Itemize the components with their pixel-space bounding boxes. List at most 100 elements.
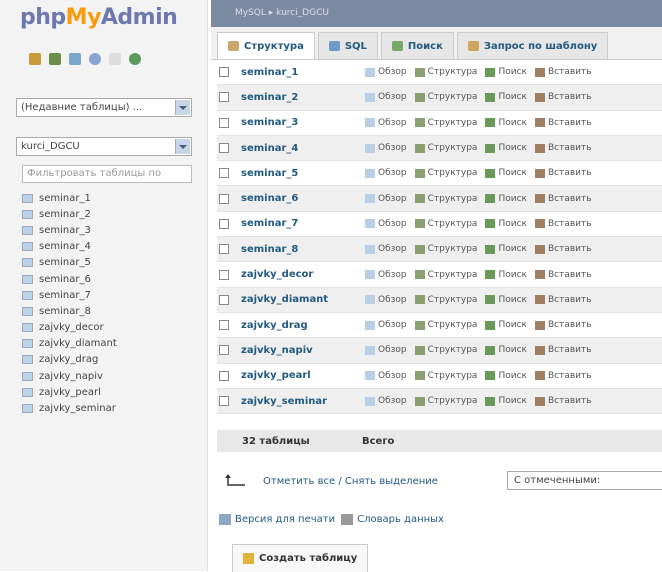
row-checkbox[interactable] xyxy=(219,117,229,128)
table-filter-input[interactable]: Фильтровать таблицы по xyxy=(22,165,192,183)
row-action[interactable]: Вставить xyxy=(534,168,592,178)
row-action[interactable]: Обзор xyxy=(365,92,407,102)
row-action[interactable]: Вставить xyxy=(534,320,592,330)
tab-1[interactable]: SQL xyxy=(317,32,378,59)
phpmyadmin-logo[interactable]: phpMyAdmin xyxy=(20,5,178,30)
exit-icon[interactable] xyxy=(49,53,61,65)
nav-table-item[interactable]: zajvky_napiv xyxy=(22,368,117,384)
row-action[interactable]: Поиск xyxy=(485,118,527,128)
row-action[interactable]: Структура xyxy=(414,295,477,305)
row-action[interactable]: Обзор xyxy=(365,270,407,280)
row-action[interactable]: Вставить xyxy=(534,92,592,102)
row-action[interactable]: Поиск xyxy=(485,67,527,77)
create-table-button[interactable]: Создать таблицу xyxy=(232,544,369,572)
row-action[interactable]: Обзор xyxy=(365,295,407,305)
doc-icon[interactable] xyxy=(109,53,121,65)
row-action[interactable]: Поиск xyxy=(485,244,527,254)
row-checkbox[interactable] xyxy=(219,193,229,204)
row-action[interactable]: Структура xyxy=(414,194,477,204)
table-name-link[interactable]: zajvky_decor xyxy=(241,269,365,280)
table-name-link[interactable]: seminar_6 xyxy=(241,193,365,204)
row-action[interactable]: Вставить xyxy=(534,67,592,77)
nav-table-item[interactable]: seminar_4 xyxy=(22,239,117,255)
row-checkbox[interactable] xyxy=(219,294,229,305)
table-name-link[interactable]: seminar_8 xyxy=(241,244,365,255)
row-action[interactable]: Поиск xyxy=(485,92,527,102)
with-selected-select[interactable]: С отмеченными: xyxy=(507,471,662,490)
row-action[interactable]: Вставить xyxy=(534,244,592,254)
row-action[interactable]: Поиск xyxy=(485,194,527,204)
row-checkbox[interactable] xyxy=(219,396,229,406)
row-action[interactable]: Обзор xyxy=(365,320,407,330)
row-action[interactable]: Поиск xyxy=(485,371,527,381)
row-action[interactable]: Вставить xyxy=(534,295,592,305)
row-checkbox[interactable] xyxy=(219,143,229,154)
row-action[interactable]: Структура xyxy=(414,320,477,330)
row-action[interactable]: Структура xyxy=(414,92,477,102)
docs-icon[interactable] xyxy=(89,53,101,65)
reload-icon[interactable] xyxy=(129,53,141,65)
row-checkbox[interactable] xyxy=(219,320,229,331)
table-name-link[interactable]: seminar_4 xyxy=(241,143,365,154)
table-name-link[interactable]: seminar_5 xyxy=(241,168,365,179)
row-action[interactable]: Структура xyxy=(414,67,477,77)
check-all-link[interactable]: Отметить все / Снять выделение xyxy=(263,476,438,487)
tab-3[interactable]: Запрос по шаблону xyxy=(456,32,609,59)
row-checkbox[interactable] xyxy=(219,370,229,381)
table-name-link[interactable]: zajvky_napiv xyxy=(241,345,365,356)
row-action[interactable]: Структура xyxy=(414,143,477,153)
table-name-link[interactable]: zajvky_drag xyxy=(241,320,365,331)
row-action[interactable]: Вставить xyxy=(534,118,592,128)
row-action[interactable]: Обзор xyxy=(365,345,407,355)
query-icon[interactable] xyxy=(69,53,81,65)
row-action[interactable]: Поиск xyxy=(485,143,527,153)
nav-table-item[interactable]: seminar_8 xyxy=(22,303,117,319)
tab-2[interactable]: Поиск xyxy=(380,32,454,59)
nav-table-item[interactable]: zajvky_pearl xyxy=(22,384,117,400)
row-action[interactable]: Поиск xyxy=(485,345,527,355)
row-action[interactable]: Обзор xyxy=(365,143,407,153)
table-name-link[interactable]: seminar_7 xyxy=(241,218,365,229)
row-action[interactable]: Вставить xyxy=(534,345,592,355)
nav-table-item[interactable]: seminar_1 xyxy=(22,190,117,206)
row-action[interactable]: Поиск xyxy=(485,168,527,178)
table-name-link[interactable]: zajvky_diamant xyxy=(241,294,365,305)
table-name-link[interactable]: seminar_3 xyxy=(241,117,365,128)
row-checkbox[interactable] xyxy=(219,244,229,255)
nav-table-item[interactable]: zajvky_diamant xyxy=(22,336,117,352)
row-action[interactable]: Структура xyxy=(414,345,477,355)
row-action[interactable]: Структура xyxy=(414,168,477,178)
row-action[interactable]: Структура xyxy=(414,270,477,280)
row-action[interactable]: Структура xyxy=(414,118,477,128)
row-action[interactable]: Обзор xyxy=(365,67,407,77)
nav-table-item[interactable]: zajvky_seminar xyxy=(22,400,117,416)
row-action[interactable]: Структура xyxy=(414,371,477,381)
table-name-link[interactable]: seminar_2 xyxy=(241,92,365,103)
data-dictionary-link[interactable]: Словарь данных xyxy=(357,514,444,525)
row-action[interactable]: Обзор xyxy=(365,118,407,128)
nav-table-item[interactable]: seminar_6 xyxy=(22,271,117,287)
print-view-link[interactable]: Версия для печати xyxy=(235,514,335,525)
row-action[interactable]: Структура xyxy=(414,219,477,229)
row-action[interactable]: Поиск xyxy=(485,396,527,406)
row-action[interactable]: Вставить xyxy=(534,396,592,406)
row-action[interactable]: Поиск xyxy=(485,270,527,280)
row-action[interactable]: Обзор xyxy=(365,168,407,178)
nav-table-item[interactable]: zajvky_drag xyxy=(22,352,117,368)
row-action[interactable]: Вставить xyxy=(534,219,592,229)
nav-table-item[interactable]: seminar_2 xyxy=(22,206,117,222)
row-action[interactable]: Обзор xyxy=(365,219,407,229)
row-action[interactable]: Структура xyxy=(414,396,477,406)
row-checkbox[interactable] xyxy=(219,218,229,229)
row-checkbox[interactable] xyxy=(219,345,229,356)
table-name-link[interactable]: seminar_1 xyxy=(241,67,365,78)
table-name-link[interactable]: zajvky_pearl xyxy=(241,370,365,381)
database-select[interactable]: kurci_DGCU xyxy=(16,137,192,156)
row-checkbox[interactable] xyxy=(219,92,229,103)
row-action[interactable]: Поиск xyxy=(485,295,527,305)
nav-table-item[interactable]: zajvky_decor xyxy=(22,320,117,336)
table-name-link[interactable]: zajvky_seminar xyxy=(241,396,365,407)
row-action[interactable]: Структура xyxy=(414,244,477,254)
row-action[interactable]: Обзор xyxy=(365,244,407,254)
row-action[interactable]: Вставить xyxy=(534,270,592,280)
